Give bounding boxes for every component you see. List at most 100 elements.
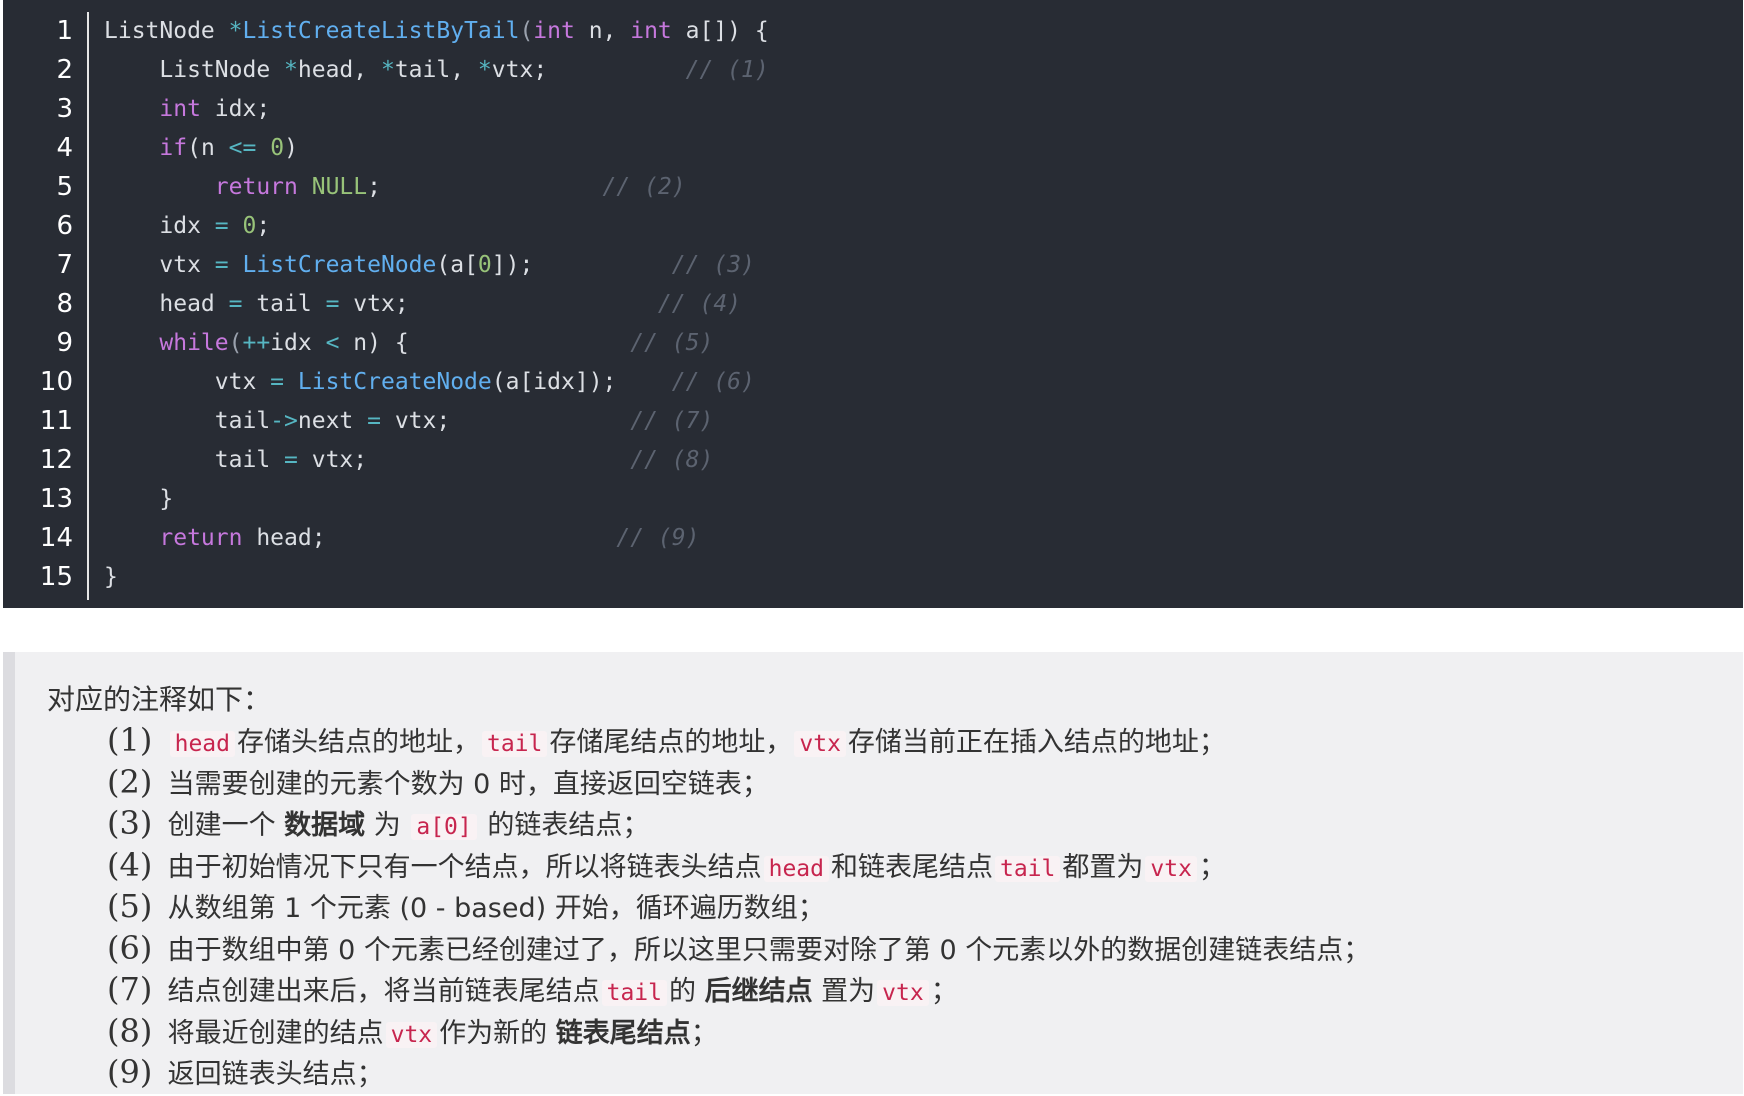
code-token: ) <box>284 135 298 161</box>
code-token: ++ <box>242 330 271 356</box>
inline-code: tail <box>481 731 548 757</box>
code-token: 0 <box>242 213 257 239</box>
annotation-text: 结点创建出来后，将当前链表尾结点 <box>159 976 600 1007</box>
code-token: ( <box>228 330 243 356</box>
code-token: int <box>630 18 672 44</box>
inline-code: vtx <box>877 980 929 1006</box>
line-number: 6 <box>56 211 73 241</box>
code-token: (n <box>187 135 229 161</box>
code-token: // (4) <box>408 291 742 317</box>
code-token: (a[idx]); <box>491 369 617 395</box>
code-token: NULL <box>311 174 368 200</box>
annotation-number: (8) <box>107 1011 153 1050</box>
line-number-gutter: 1 2 3 4 5 6 7 8 9 10 11 12 13 14 15 <box>3 12 89 600</box>
code-token: = <box>325 291 340 317</box>
code-token: * <box>228 18 243 44</box>
code-line: while(++idx < n) { // (5) <box>104 324 1743 363</box>
code-token: * <box>284 57 298 83</box>
annotation-item: (2) 当需要创建的元素个数为 0 时，直接返回空链表； <box>107 762 1370 804</box>
code-token: <= <box>228 135 257 161</box>
code-token: vtx <box>104 252 215 278</box>
annotation-list: (1) head 存储头结点的地址， tail 存储尾结点的地址， vtx 存储当前正在插… <box>107 720 1370 1094</box>
code-token: next <box>297 408 368 434</box>
line-number: 2 <box>56 55 73 85</box>
annotation-text: 置为 <box>812 976 876 1007</box>
annotation-text: 为 <box>365 810 410 841</box>
code-token: tail <box>104 408 271 434</box>
line-number: 1 <box>56 16 73 46</box>
line-number: 4 <box>56 133 73 163</box>
code-token: (a[ <box>436 252 478 278</box>
annotation-item: (8) 将最近创建的结点 vtx 作为新的 链表尾结点； <box>107 1011 1370 1053</box>
line-number: 11 <box>39 406 73 436</box>
code-token: < <box>325 330 340 356</box>
code-line: } <box>104 558 1743 597</box>
code-token: } <box>104 486 174 512</box>
annotation-text: ； <box>930 976 958 1007</box>
code-token: ; <box>256 213 271 239</box>
annotation-item: (1) head 存储头结点的地址， tail 存储尾结点的地址， vtx 存储当前正在插… <box>107 720 1370 762</box>
code-token: 0 <box>477 252 492 278</box>
annotation-text: 创建一个 <box>159 810 285 841</box>
code-token: head <box>104 291 229 317</box>
code-line: tail->next = vtx; // (7) <box>104 402 1743 441</box>
annotation-text: 从数组第 1 个元素 (0 - based) 开始，循环遍历数组； <box>159 893 825 924</box>
line-number: 7 <box>56 250 73 280</box>
annotation-number: (1) <box>107 721 153 759</box>
code-token: vtx; <box>380 408 451 434</box>
code-token: ]); <box>491 252 534 278</box>
code-token: if <box>159 135 188 161</box>
inline-code: head <box>763 855 829 882</box>
line-number: 15 <box>39 562 73 592</box>
code-token: // (1) <box>547 57 769 83</box>
code-token: int <box>159 96 201 122</box>
code-token: // (2) <box>380 174 686 200</box>
code-token: ListNode <box>104 18 229 44</box>
code-token: ; <box>367 174 381 200</box>
code-token: tail, <box>394 57 478 83</box>
annotation-item: (6) 由于数组中第 0 个元素已经创建过了，所以这里只需要对除了第 0 个元素… <box>107 928 1370 970</box>
code-token: = <box>284 447 298 473</box>
code-token: ListCreateNode <box>297 369 492 395</box>
annotation-item: (7) 结点创建出来后，将当前链表尾结点 tail 的 后继结点 置为 vtx； <box>107 969 1370 1011</box>
annotation-blockquote: 对应的注释如下： (1) head 存储头结点的地址， tail 存储尾结点的地址， v… <box>3 652 1743 1094</box>
inline-code: a[0] <box>411 814 477 840</box>
annotation-text <box>159 727 168 758</box>
annotation-text: 都置为 <box>1062 851 1144 883</box>
code-line: head = tail = vtx; // (4) <box>104 285 1743 324</box>
annotation-item: (5) 从数组第 1 个元素 (0 - based) 开始，循环遍历数组； <box>107 886 1370 928</box>
inline-code: vtx <box>1145 855 1197 882</box>
inline-code: head <box>169 731 235 757</box>
bold-term: 链表尾结点 <box>555 1017 691 1049</box>
annotation-item: (4) 由于初始情况下只有一个结点，所以将链表头结点 head 和链表尾结点 tail… <box>107 845 1370 887</box>
annotation-text: 的链表结点； <box>478 810 650 841</box>
line-number: 5 <box>56 172 73 202</box>
code-token: ListNode <box>104 57 285 83</box>
code-line: return NULL; // (2) <box>104 168 1743 207</box>
annotation-number: (2) <box>107 762 153 801</box>
code-line: idx = 0; <box>104 207 1743 246</box>
code-token: idx; <box>200 96 271 122</box>
code-block: 1 2 3 4 5 6 7 8 9 10 11 12 13 14 15 ListNode *ListCrea… <box>3 0 1743 608</box>
annotation-title: 对应的注释如下： <box>47 683 272 716</box>
code-line: ListNode *head, *tail, *vtx; // (1) <box>104 51 1743 90</box>
annotation-text: 存储头结点的地址， <box>236 727 480 758</box>
annotation-text: 返回链表头结点； <box>159 1059 384 1090</box>
line-number: 12 <box>39 445 73 475</box>
annotation-text: ； <box>1198 851 1226 883</box>
code-token: vtx <box>104 369 271 395</box>
code-line: } <box>104 480 1743 519</box>
code-line: if(n <= 0) <box>104 129 1743 168</box>
code-token: = <box>270 369 285 395</box>
annotation-text: 存储尾结点的地址， <box>549 727 793 758</box>
code-token: tail <box>242 291 326 317</box>
code-token: a[]) { <box>671 18 769 44</box>
code-token: while <box>159 330 229 356</box>
